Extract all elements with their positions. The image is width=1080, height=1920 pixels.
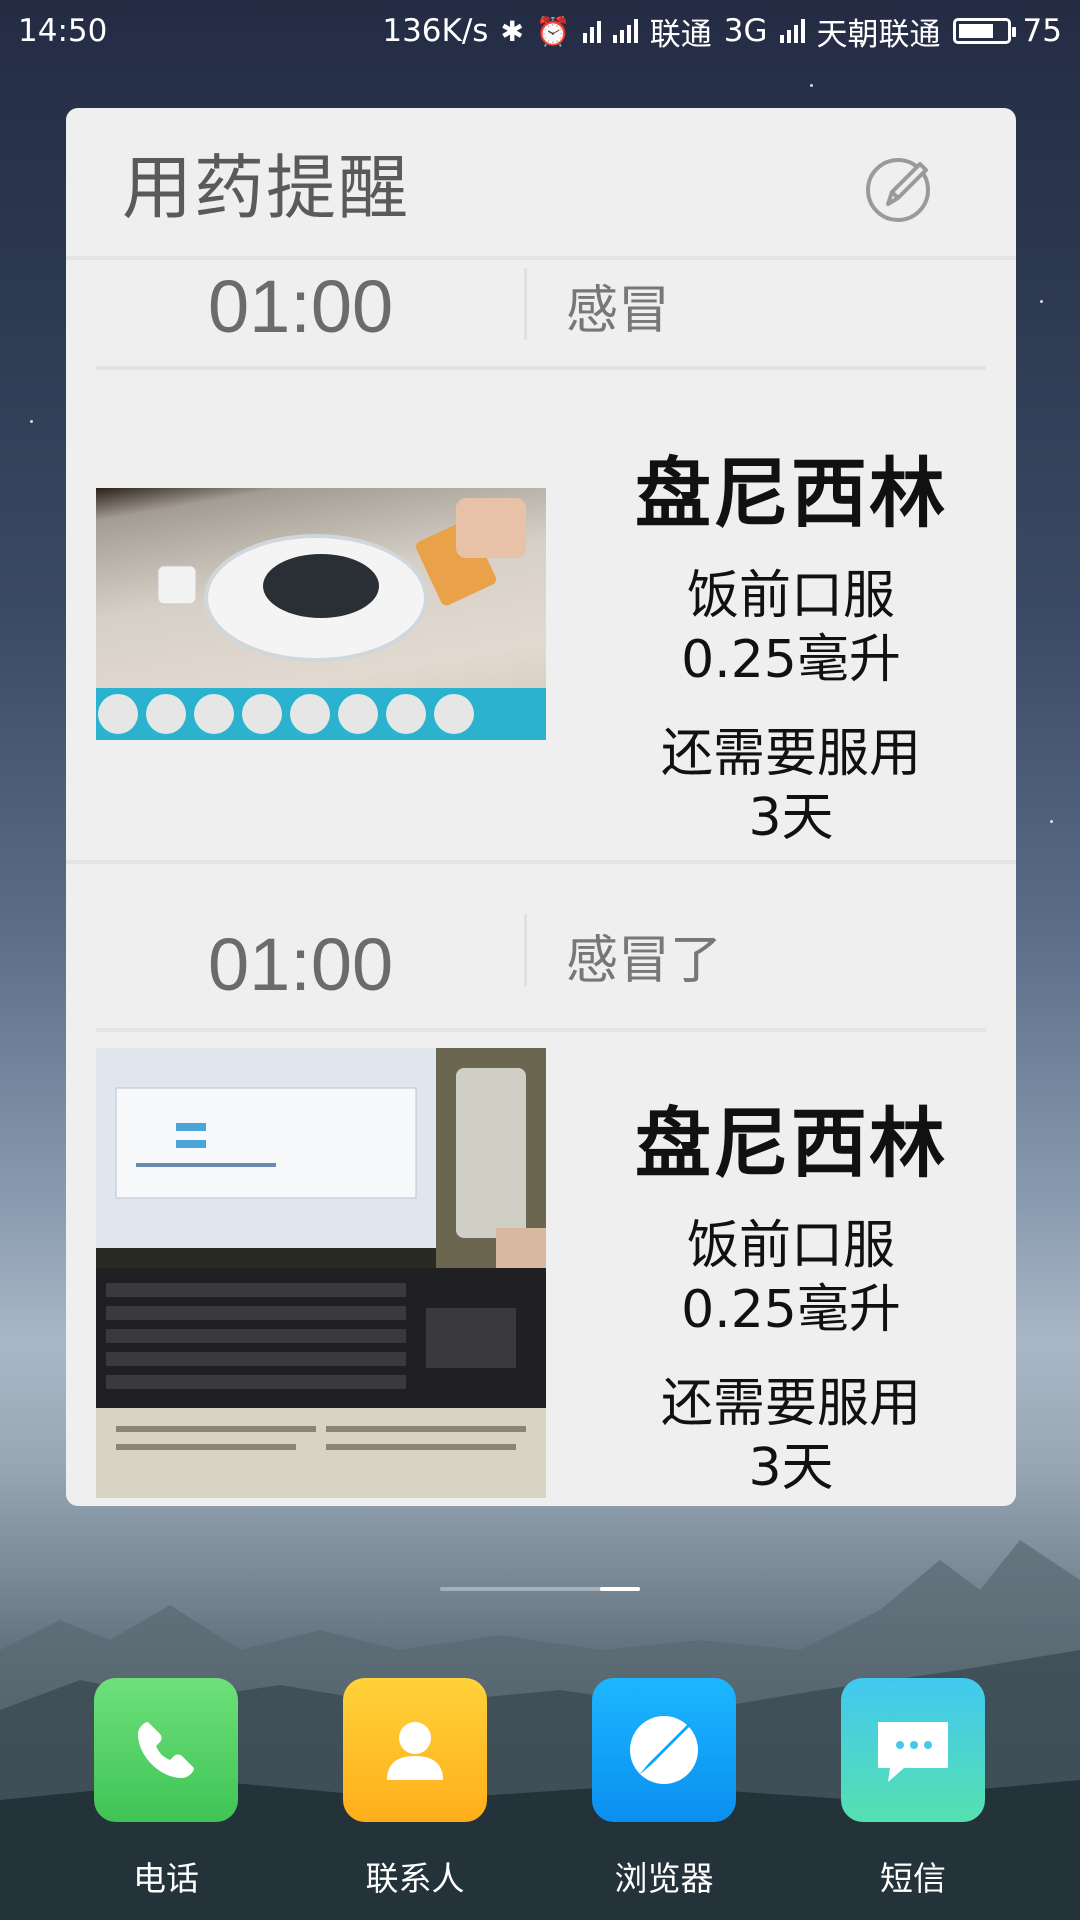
divider [524,914,527,986]
phone-icon [94,1678,238,1822]
reminder-header[interactable]: 01:00 感冒了 [96,864,986,1032]
edit-pencil-icon [866,158,930,222]
drug-method: 饭前口服 [686,1216,895,1276]
desk-computer-image [96,1048,546,1498]
app-dock: 电话 联系人 浏览器 短信 [0,1678,1080,1920]
reminder-time: 01:00 [208,923,394,1006]
net-speed: 136K/s [382,13,489,49]
battery-icon [952,18,1016,44]
remaining-label: 还需要服用 [660,724,921,784]
star [1040,300,1043,303]
drug-name: 盘尼西林 [635,1099,947,1188]
app-label: 短信 [880,1859,946,1898]
reminder-card[interactable]: 盘尼西林 饭前口服 0.25毫升 还需要服用 3天 [66,1032,1016,1506]
edit-button[interactable] [864,152,936,224]
app-phone[interactable]: 电话 [91,1678,241,1900]
drug-dose: 0.25毫升 [681,1280,901,1340]
network-type: 3G [723,13,768,49]
alarm-icon: ⏰ [535,14,571,48]
reminder-name: 感冒了 [566,931,723,991]
app-label: 浏览器 [614,1859,714,1898]
star [1050,820,1053,823]
drug-info: 盘尼西林 饭前口服 0.25毫升 还需要服用 3天 [626,432,956,850]
message-icon [841,1678,985,1822]
reminder-card[interactable]: 盘尼西林 饭前口服 0.25毫升 还需要服用 3天 [66,370,1016,864]
app-label: 联系人 [365,1859,465,1898]
remaining-days: 3天 [748,788,834,848]
app-label: 电话 [133,1859,199,1898]
widget-header: 用药提醒 [66,108,1016,260]
browser-icon [592,1678,736,1822]
drug-dose: 0.25毫升 [681,630,901,690]
reminder-list[interactable]: 01:00 感冒 盘尼西林 饭前口服 0.25毫升 还需要服用 3天 01:00… [66,264,1016,1506]
battery-level: 75 [1022,13,1062,49]
signal-icon [779,19,805,43]
divider [524,268,527,340]
star [30,420,33,423]
app-browser[interactable]: 浏览器 [589,1678,739,1900]
pill-dispenser-image [96,498,546,740]
medicine-photo [96,1048,546,1498]
widget-title: 用药提醒 [122,146,410,229]
bluetooth-icon: ✱ [500,14,524,48]
star [810,84,813,87]
reminder-name: 感冒 [566,281,671,341]
reminder-header[interactable]: 01:00 感冒 [96,264,986,370]
remaining-label: 还需要服用 [660,1374,921,1434]
signal-icon [612,19,638,43]
carrier-2: 天朝联通 [816,16,941,53]
status-time: 14:50 [18,13,108,49]
app-messages[interactable]: 短信 [838,1678,988,1900]
medication-reminder-widget: 用药提醒 01:00 感冒 盘尼西林 饭前口服 0.25毫升 还需要服用 3天 … [66,108,1016,1506]
drug-info: 盘尼西林 饭前口服 0.25毫升 还需要服用 3天 [626,1082,956,1500]
drug-name: 盘尼西林 [635,449,947,538]
app-contacts[interactable]: 联系人 [340,1678,490,1900]
reminder-time: 01:00 [208,265,394,348]
remaining-days: 3天 [748,1438,834,1498]
status-bar: 14:50 136K/s ✱ ⏰ 联通 3G 天朝联通 75 [0,0,1080,62]
carrier-1: 联通 [649,16,712,53]
contacts-icon [343,1678,487,1822]
medicine-photo [96,488,546,740]
signal-icon [582,19,601,43]
drug-method: 饭前口服 [686,566,895,626]
